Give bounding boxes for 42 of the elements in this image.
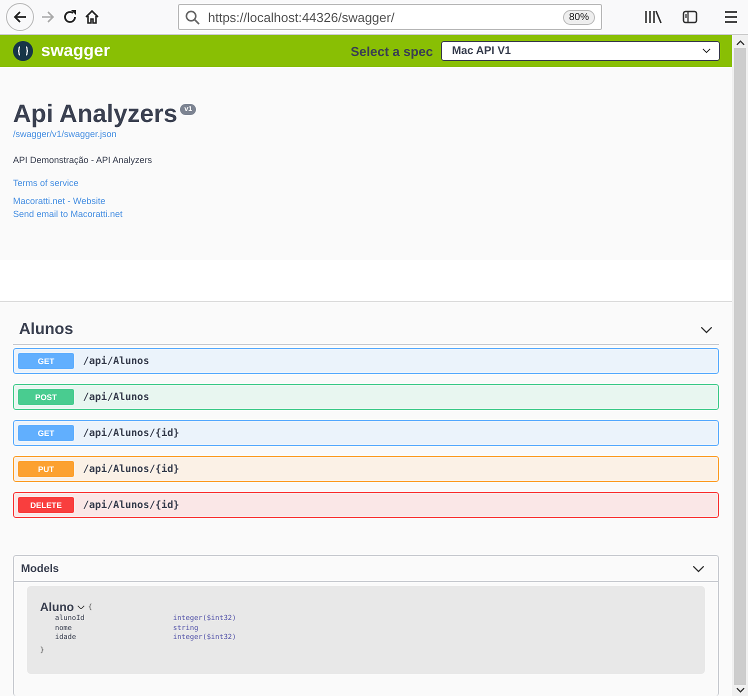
method-badge: POST: [18, 389, 74, 405]
endpoint-path: /api/Alunos: [83, 392, 150, 402]
menu-icon[interactable]: [724, 10, 738, 24]
chevron-down-icon[interactable]: [692, 565, 705, 573]
url-text: https://localhost:44326/swagger/: [208, 10, 396, 24]
operation-row[interactable]: DELETE /api/Alunos/{id}: [13, 492, 719, 518]
description: API Demonstração - API Analyzers: [13, 155, 154, 165]
library-icon[interactable]: [644, 9, 662, 25]
spec-select[interactable]: Mac API V1: [441, 41, 720, 61]
zoom-button[interactable]: 80%: [562, 10, 595, 24]
page-title: Api Analyzers: [13, 100, 178, 129]
operation-row[interactable]: PUT /api/Alunos/{id}: [13, 456, 719, 482]
model-name[interactable]: Aluno: [40, 600, 74, 614]
search-icon: [185, 10, 200, 24]
endpoint-path: /api/Alunos: [83, 356, 150, 366]
sidebar-icon[interactable]: [682, 9, 698, 25]
back-button[interactable]: [6, 3, 34, 31]
method-badge: PUT: [18, 461, 74, 477]
endpoint-path: /api/Alunos/{id}: [83, 428, 180, 438]
method-badge: GET: [18, 425, 74, 441]
operation-row[interactable]: POST /api/Alunos: [13, 384, 719, 410]
scrollbar-thumb[interactable]: [734, 48, 746, 685]
logo-text: swagger: [41, 41, 110, 61]
home-icon[interactable]: [84, 9, 100, 25]
address-bar[interactable]: https://localhost:44326/swagger/ 80%: [178, 4, 602, 30]
scroll-up-icon[interactable]: [736, 40, 744, 46]
logo-icon: [13, 41, 33, 61]
scroll-down-icon[interactable]: [736, 687, 744, 693]
operation-row[interactable]: GET /api/Alunos/{id}: [13, 420, 719, 446]
operation-row[interactable]: GET /api/Alunos: [13, 348, 719, 374]
section-header[interactable]: Alunos: [13, 317, 719, 345]
back-arrow-icon: [12, 9, 28, 25]
caret-icon[interactable]: [77, 604, 85, 610]
endpoint-path: /api/Alunos/{id}: [83, 464, 180, 474]
caret-icon[interactable]: [702, 48, 711, 54]
method-badge: DELETE: [18, 497, 74, 513]
method-badge: GET: [18, 353, 74, 369]
spec-label: Select a spec: [350, 44, 433, 58]
models-header[interactable]: Models: [14, 556, 718, 582]
reload-icon[interactable]: [62, 9, 78, 25]
chevron-down-icon[interactable]: [700, 326, 713, 334]
endpoint-path: /api/Alunos/{id}: [83, 500, 180, 510]
